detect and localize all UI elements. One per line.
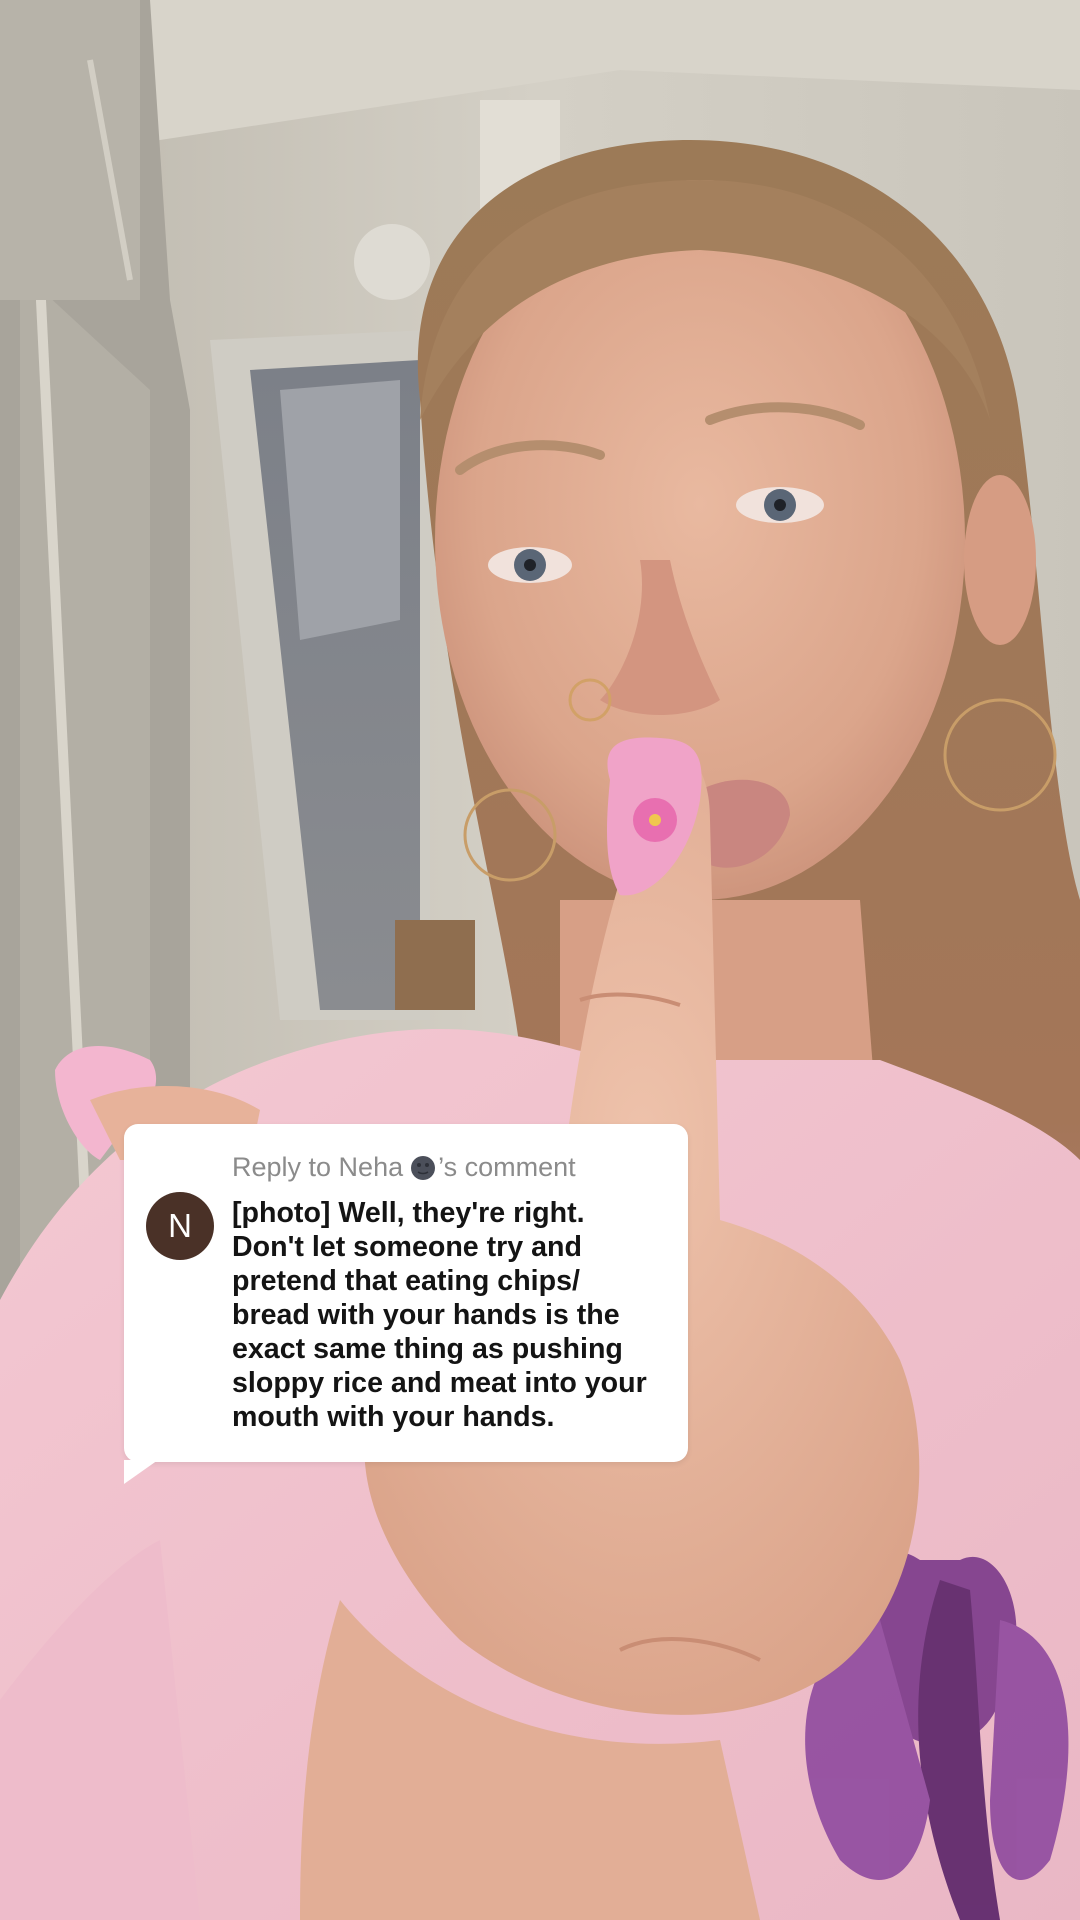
comment-text: [photo] Well, they're right. Don't let s… [232, 1197, 647, 1433]
avatar-initial: N [168, 1207, 192, 1244]
video-player[interactable]: N Reply to Neha ’s comment [photo] Well,… [0, 0, 1080, 1920]
reply-header-prefix: Reply to Neha [232, 1152, 404, 1182]
speech-bubble-tail [124, 1460, 158, 1484]
commenter-avatar[interactable]: N [146, 1192, 214, 1260]
reply-header-suffix: ’s comment [438, 1152, 576, 1182]
video-frame [0, 0, 1080, 1920]
reply-header: Reply to Neha ’s comment [232, 1154, 664, 1181]
new-moon-face-icon [411, 1155, 436, 1180]
reply-comment-card[interactable]: N Reply to Neha ’s comment [photo] Well,… [124, 1124, 688, 1484]
